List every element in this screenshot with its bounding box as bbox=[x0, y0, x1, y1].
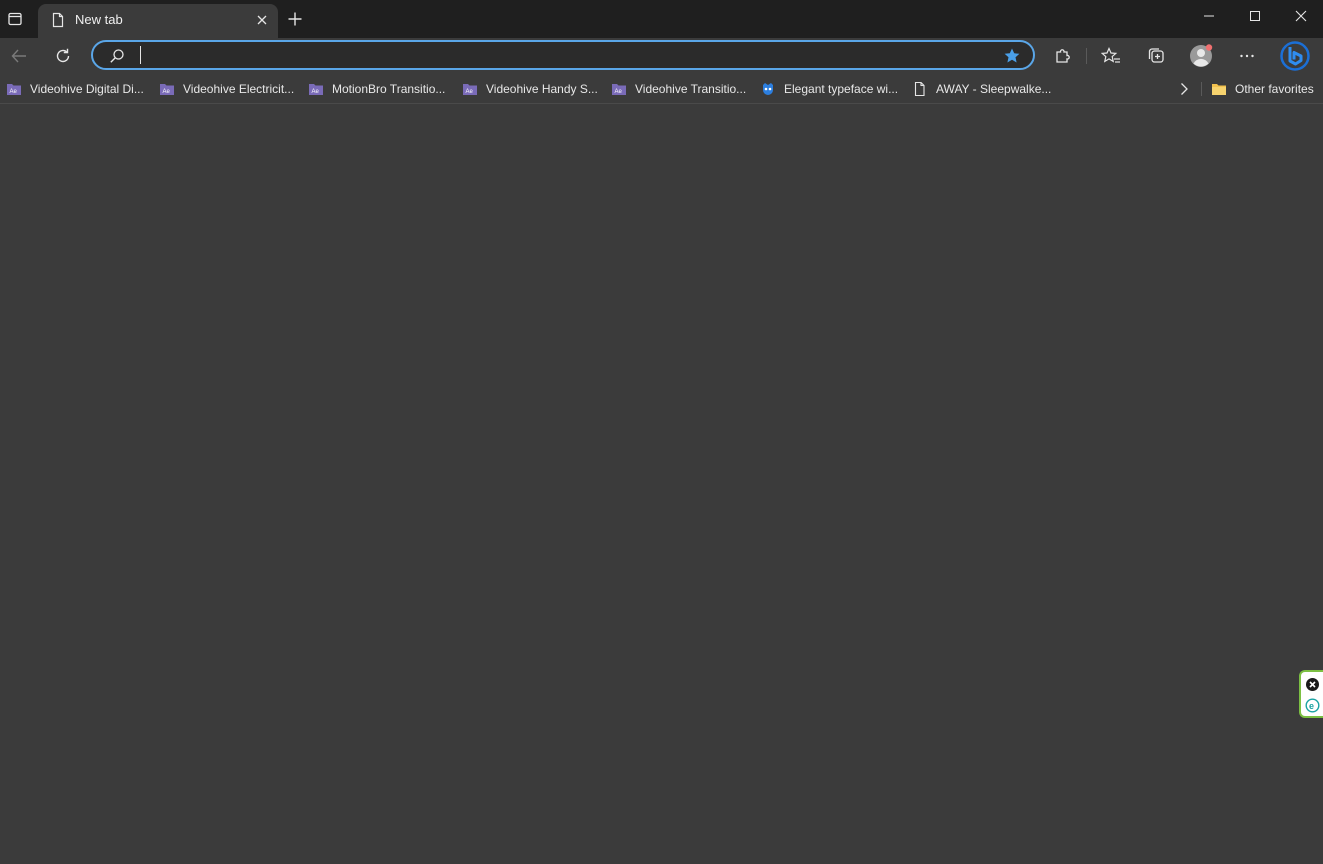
ae-folder-icon: Ae bbox=[160, 84, 174, 95]
minimize-icon bbox=[1204, 15, 1214, 17]
bookmark-label: MotionBro Transitio... bbox=[332, 82, 446, 96]
other-favorites-label: Other favorites bbox=[1235, 82, 1314, 96]
page-icon bbox=[52, 12, 64, 28]
collections-button[interactable] bbox=[1141, 41, 1171, 71]
bookmark-item[interactable]: Ae Videohive Digital Di... bbox=[6, 80, 144, 98]
ae-folder-icon: Ae bbox=[309, 84, 323, 95]
avatar bbox=[1190, 44, 1213, 67]
profile-button[interactable] bbox=[1186, 41, 1216, 71]
blue-mask-icon bbox=[763, 83, 773, 95]
bookmark-item[interactable]: Elegant typeface wi... bbox=[760, 80, 898, 98]
favorites-bar-divider bbox=[1201, 82, 1202, 96]
address-input[interactable] bbox=[138, 45, 978, 65]
bookmark-label: Videohive Digital Di... bbox=[30, 82, 144, 96]
address-bar[interactable] bbox=[91, 40, 1035, 70]
bookmark-label: AWAY - Sleepwalke... bbox=[936, 82, 1052, 96]
bing-icon bbox=[1280, 41, 1310, 71]
bookmark-item[interactable]: AWAY - Sleepwalke... bbox=[912, 80, 1051, 98]
bookmark-label: Videohive Transitio... bbox=[635, 82, 747, 96]
ae-folder-icon: Ae bbox=[7, 84, 21, 95]
page-icon bbox=[914, 82, 925, 96]
tab-actions-icon bbox=[8, 12, 22, 26]
page-content bbox=[0, 105, 1323, 864]
bing-copilot-button[interactable] bbox=[1278, 41, 1312, 71]
text-caret bbox=[140, 46, 141, 64]
bookmark-item[interactable]: Ae Videohive Transitio... bbox=[611, 80, 746, 98]
tab-strip: New tab bbox=[0, 0, 1323, 38]
more-options-button[interactable] bbox=[1232, 41, 1262, 71]
folder-icon bbox=[1212, 84, 1226, 95]
ellipsis-icon bbox=[1240, 54, 1254, 58]
search-icon bbox=[110, 49, 124, 63]
ae-folder-icon: Ae bbox=[612, 84, 626, 95]
svg-text:Ae: Ae bbox=[10, 89, 18, 95]
collections-icon bbox=[1148, 48, 1164, 63]
refresh-button[interactable] bbox=[48, 41, 78, 71]
chevron-right-icon[interactable] bbox=[1176, 81, 1192, 97]
ae-folder-icon: Ae bbox=[463, 84, 477, 95]
maximize-icon bbox=[1250, 11, 1260, 21]
puzzle-icon bbox=[1056, 49, 1070, 63]
bookmark-label: Elegant typeface wi... bbox=[784, 82, 899, 96]
bookmark-label: Videohive Electricit... bbox=[183, 82, 295, 96]
window-close-button[interactable] bbox=[1278, 0, 1323, 32]
tab-actions-button[interactable] bbox=[4, 8, 26, 30]
tab-close-button[interactable] bbox=[254, 12, 270, 28]
svg-text:Ae: Ae bbox=[163, 89, 171, 95]
close-icon bbox=[257, 15, 267, 25]
plus-icon bbox=[288, 12, 302, 26]
bookmark-item[interactable]: Ae Videohive Electricit... bbox=[159, 80, 294, 98]
star-filled-icon[interactable] bbox=[1003, 47, 1021, 65]
toolbar-divider bbox=[1086, 48, 1087, 64]
new-tab-button[interactable] bbox=[284, 8, 306, 30]
maximize-button[interactable] bbox=[1232, 0, 1278, 32]
favorites-bar: Ae Videohive Digital Di... Ae Videohive … bbox=[0, 74, 1323, 104]
close-circle-icon[interactable] bbox=[1305, 677, 1320, 692]
bookmark-item[interactable]: Ae Videohive Handy S... bbox=[462, 80, 598, 98]
arrow-left-icon bbox=[11, 49, 26, 63]
extensions-button[interactable] bbox=[1048, 41, 1078, 71]
bookmark-label: Videohive Handy S... bbox=[486, 82, 598, 96]
minimize-button[interactable] bbox=[1186, 0, 1232, 32]
back-button[interactable] bbox=[4, 41, 34, 71]
svg-text:e: e bbox=[1309, 701, 1314, 711]
tab-new-tab[interactable]: New tab bbox=[38, 4, 278, 38]
side-extension-widget[interactable]: e bbox=[1299, 670, 1323, 718]
favorites-button[interactable] bbox=[1096, 41, 1126, 71]
favorites-star-list-icon bbox=[1101, 47, 1120, 63]
svg-text:Ae: Ae bbox=[466, 89, 474, 95]
extension-logo-icon[interactable]: e bbox=[1305, 698, 1320, 713]
svg-text:Ae: Ae bbox=[312, 89, 320, 95]
bookmark-item[interactable]: Ae MotionBro Transitio... bbox=[308, 80, 445, 98]
toolbar bbox=[0, 38, 1323, 74]
other-favorites-folder[interactable]: Other favorites bbox=[1211, 80, 1314, 98]
refresh-icon bbox=[56, 48, 70, 63]
tab-title: New tab bbox=[75, 12, 123, 27]
svg-text:Ae: Ae bbox=[615, 89, 623, 95]
close-icon bbox=[1295, 10, 1307, 22]
